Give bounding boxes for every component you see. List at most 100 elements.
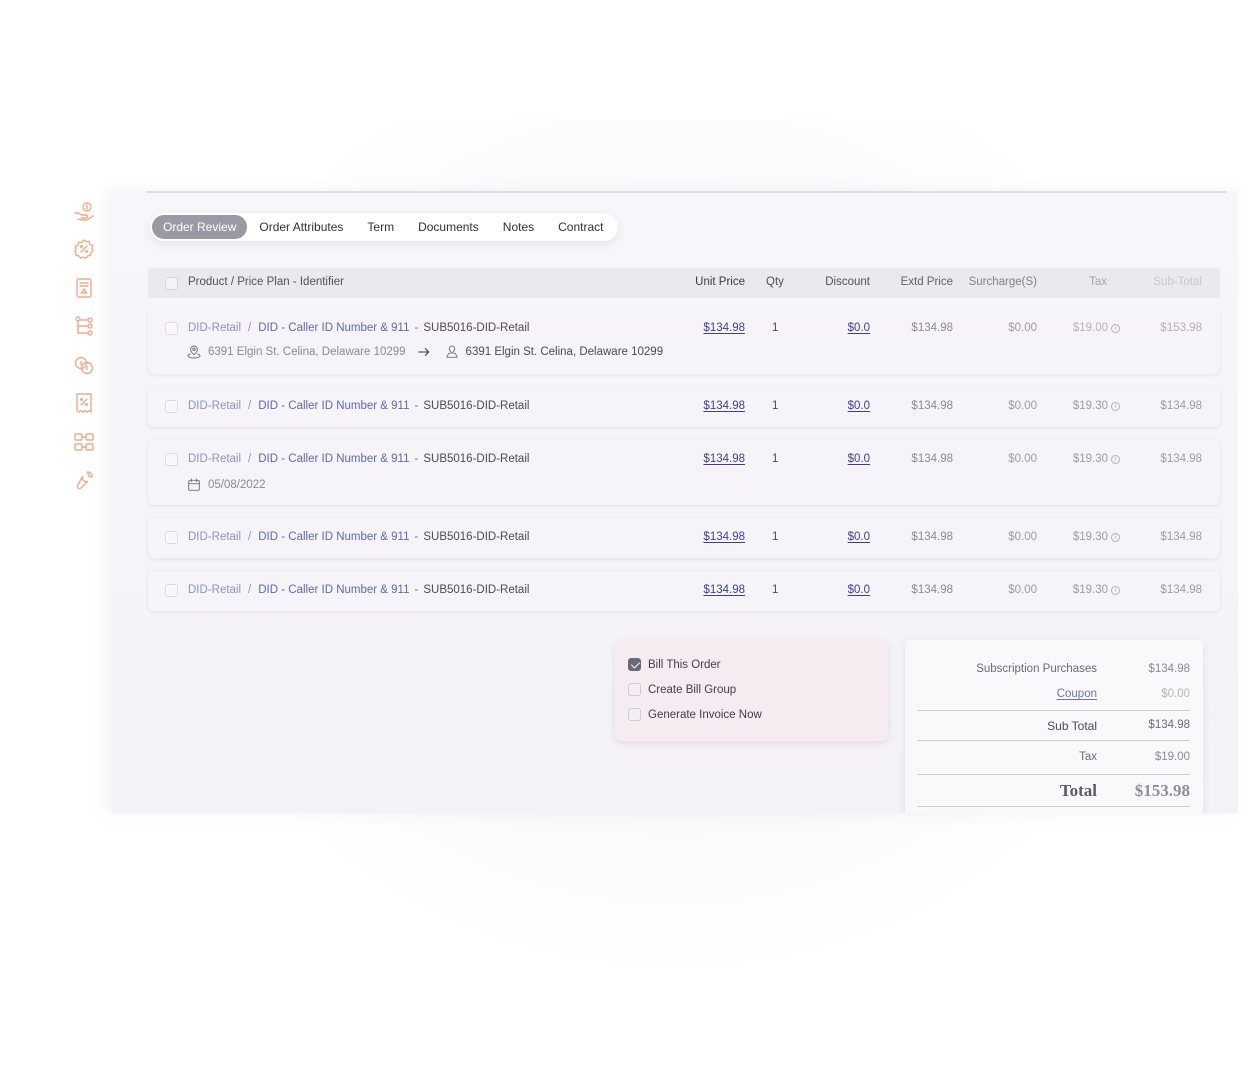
table-header: Product / Price Plan - Identifier Unit P…	[148, 268, 1220, 298]
plan-name[interactable]: DID - Caller ID Number & 911	[258, 531, 409, 543]
order-totals: Subscription Purchases $134.98 Coupon $0…	[905, 640, 1203, 813]
extd-price: $134.98	[911, 453, 953, 465]
hierarchy-icon[interactable]	[72, 314, 96, 338]
unit-price-link[interactable]: $134.98	[703, 453, 745, 465]
tab-order-attributes[interactable]: Order Attributes	[247, 215, 355, 239]
product-name[interactable]: DID-Retail	[188, 322, 241, 334]
plan-name[interactable]: DID - Caller ID Number & 911	[258, 400, 409, 412]
invoice-percent-icon[interactable]	[72, 391, 96, 415]
info-icon[interactable]: i	[1111, 533, 1120, 542]
tab-order-review[interactable]: Order Review	[152, 215, 248, 239]
create-bill-group-checkbox[interactable]	[628, 683, 641, 696]
coupon-value: $0.00	[1161, 688, 1190, 700]
total-value: $153.98	[1134, 781, 1190, 800]
flow-icon[interactable]	[72, 430, 96, 454]
unit-price-link[interactable]: $134.98	[703, 322, 745, 334]
select-all-checkbox[interactable]	[165, 277, 178, 290]
tax-cell: $19.30 i	[1073, 400, 1120, 412]
product-name[interactable]: DID-Retail	[188, 584, 241, 596]
row-product-path[interactable]: DID-Retail / DID - Caller ID Number & 911-…	[188, 531, 529, 543]
discount-link[interactable]: $0.0	[848, 400, 870, 412]
total-label: Total	[1059, 781, 1097, 800]
receipt-icon[interactable]	[72, 276, 96, 300]
wrench-icon[interactable]	[72, 468, 96, 492]
discount-link[interactable]: $0.0	[848, 453, 870, 465]
tab-bar: Order Review Order Attributes Term Docum…	[150, 213, 618, 241]
coins-icon[interactable]	[72, 353, 96, 377]
percent-badge-icon[interactable]	[72, 237, 96, 261]
generate-invoice-checkbox[interactable]	[628, 708, 641, 721]
product-name[interactable]: DID-Retail	[188, 453, 241, 465]
tax-cell: $19.30 i	[1073, 531, 1120, 543]
table-row[interactable]: DID-Retail / DID - Caller ID Number & 911-…	[148, 309, 1220, 374]
generate-invoice-option[interactable]: Generate Invoice Now	[628, 708, 762, 721]
row-checkbox[interactable]	[165, 584, 178, 597]
table-row[interactable]: DID-Retail / DID - Caller ID Number & 911-…	[148, 571, 1220, 611]
extd-price: $134.98	[911, 322, 953, 334]
table-row[interactable]: DID-Retail / DID - Caller ID Number & 911-…	[148, 440, 1220, 505]
to-address: 6391 Elgin St. Celina, Delaware 10299	[465, 346, 664, 358]
tab-documents[interactable]: Documents	[406, 215, 491, 239]
from-address: 6391 Elgin St. Celina, Delaware 10299	[208, 346, 406, 358]
tab-contract[interactable]: Contract	[546, 215, 615, 239]
plan-name[interactable]: DID - Caller ID Number & 911	[258, 322, 409, 334]
date-line: 05/08/2022	[186, 477, 266, 493]
tax-label: Tax	[1079, 751, 1097, 763]
calendar-icon	[188, 478, 200, 491]
subtotal-value: $134.98	[1148, 719, 1190, 731]
subtotal: $153.98	[1160, 322, 1202, 334]
discount-link[interactable]: $0.0	[848, 584, 870, 596]
row-checkbox[interactable]	[165, 400, 178, 413]
plan-name[interactable]: DID - Caller ID Number & 911	[258, 584, 409, 596]
plan-name[interactable]: DID - Caller ID Number & 911	[258, 453, 409, 465]
product-name[interactable]: DID-Retail	[188, 531, 241, 543]
row-checkbox[interactable]	[165, 322, 178, 335]
row-product-path[interactable]: DID-Retail / DID - Caller ID Number & 911-…	[188, 400, 529, 412]
info-icon[interactable]: i	[1111, 455, 1120, 464]
unit-price-link[interactable]: $134.98	[703, 584, 745, 596]
bill-this-order-checkbox[interactable]	[628, 658, 641, 671]
tax-value: $19.30	[1072, 453, 1108, 465]
tax-cell: $19.00 i	[1073, 322, 1120, 334]
unit-price-link[interactable]: $134.98	[703, 531, 745, 543]
unit-price-link[interactable]: $134.98	[703, 400, 745, 412]
row-checkbox[interactable]	[165, 453, 178, 466]
divider	[918, 806, 1190, 807]
surcharge: $0.00	[1008, 531, 1037, 543]
table-row[interactable]: DID-Retail / DID - Caller ID Number & 911-…	[148, 518, 1220, 558]
hand-coin-icon[interactable]	[72, 199, 96, 223]
row-checkbox[interactable]	[165, 531, 178, 544]
panel-divider	[146, 191, 1226, 193]
info-icon[interactable]: i	[1111, 586, 1120, 595]
info-icon[interactable]: i	[1111, 402, 1120, 411]
identifier: SUB5016-DID-Retail	[423, 400, 530, 412]
discount-link[interactable]: $0.0	[848, 322, 870, 334]
arrow-right-icon	[417, 348, 429, 356]
info-icon[interactable]: i	[1111, 324, 1120, 333]
row-product-path[interactable]: DID-Retail / DID - Caller ID Number & 911-…	[188, 322, 529, 334]
date-value: 05/08/2022	[208, 479, 266, 491]
header-extd-price: Extd Price	[900, 276, 953, 288]
extd-price: $134.98	[911, 531, 953, 543]
row-product-path[interactable]: DID-Retail / DID - Caller ID Number & 911-…	[188, 453, 529, 465]
create-bill-group-label: Create Bill Group	[648, 683, 737, 696]
subtotal: $134.98	[1160, 584, 1202, 596]
product-name[interactable]: DID-Retail	[188, 400, 241, 412]
tab-notes[interactable]: Notes	[491, 215, 546, 239]
location-pin-icon	[187, 345, 201, 359]
table-row[interactable]: DID-Retail / DID - Caller ID Number & 911-…	[148, 387, 1220, 427]
generate-invoice-label: Generate Invoice Now	[648, 708, 762, 721]
divider	[918, 774, 1190, 775]
identifier: SUB5016-DID-Retail	[423, 584, 530, 596]
qty: 1	[772, 400, 779, 412]
tax-cell: $19.30 i	[1073, 453, 1120, 465]
bill-this-order-option[interactable]: Bill This Order	[628, 658, 721, 671]
coupon-link[interactable]: Coupon	[1057, 688, 1097, 700]
qty: 1	[772, 322, 779, 334]
row-product-path[interactable]: DID-Retail / DID - Caller ID Number & 911-…	[188, 584, 529, 596]
tab-term[interactable]: Term	[355, 215, 406, 239]
header-qty: Qty	[766, 276, 784, 288]
discount-link[interactable]: $0.0	[848, 531, 870, 543]
surcharge: $0.00	[1008, 453, 1037, 465]
create-bill-group-option[interactable]: Create Bill Group	[628, 683, 736, 696]
